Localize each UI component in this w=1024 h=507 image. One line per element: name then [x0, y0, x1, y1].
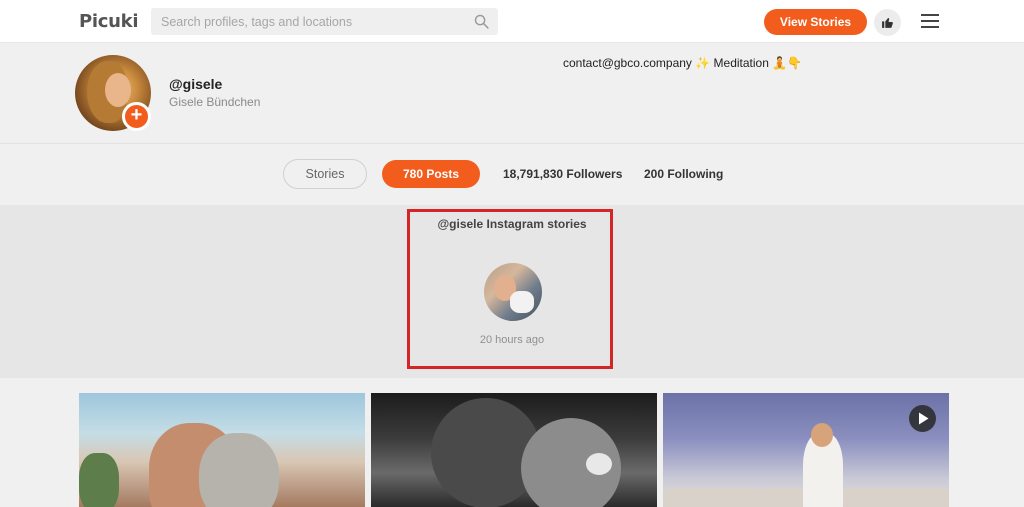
hamburger-menu-icon[interactable]	[921, 14, 941, 30]
tab-stories[interactable]: Stories	[283, 159, 367, 189]
post-thumbnail[interactable]	[79, 393, 365, 507]
thumbs-up-icon	[882, 18, 893, 28]
followers-count[interactable]: 18,791,830 Followers	[503, 167, 622, 181]
post-thumbnail[interactable]	[663, 393, 949, 507]
tab-posts[interactable]: 780 Posts	[382, 160, 480, 188]
profile-bio: contact@gbco.company ✨ Meditation 🧘👇	[563, 56, 803, 70]
search-input[interactable]	[161, 13, 461, 31]
view-stories-button[interactable]: View Stories	[764, 9, 867, 35]
highlight-box	[407, 209, 613, 369]
plus-icon[interactable]: +	[122, 102, 151, 131]
top-navbar: Picuki View Stories	[0, 0, 1024, 43]
following-count[interactable]: 200 Following	[644, 167, 723, 181]
post-thumbnail[interactable]	[371, 393, 657, 507]
site-logo[interactable]: Picuki	[79, 11, 138, 32]
like-button[interactable]	[874, 9, 901, 36]
section-divider	[0, 143, 1024, 144]
search-bar	[151, 8, 498, 35]
profile-username: @gisele	[169, 76, 223, 92]
profile-full-name: Gisele Bündchen	[169, 95, 261, 109]
play-icon[interactable]	[909, 405, 936, 432]
search-icon[interactable]	[473, 13, 490, 30]
